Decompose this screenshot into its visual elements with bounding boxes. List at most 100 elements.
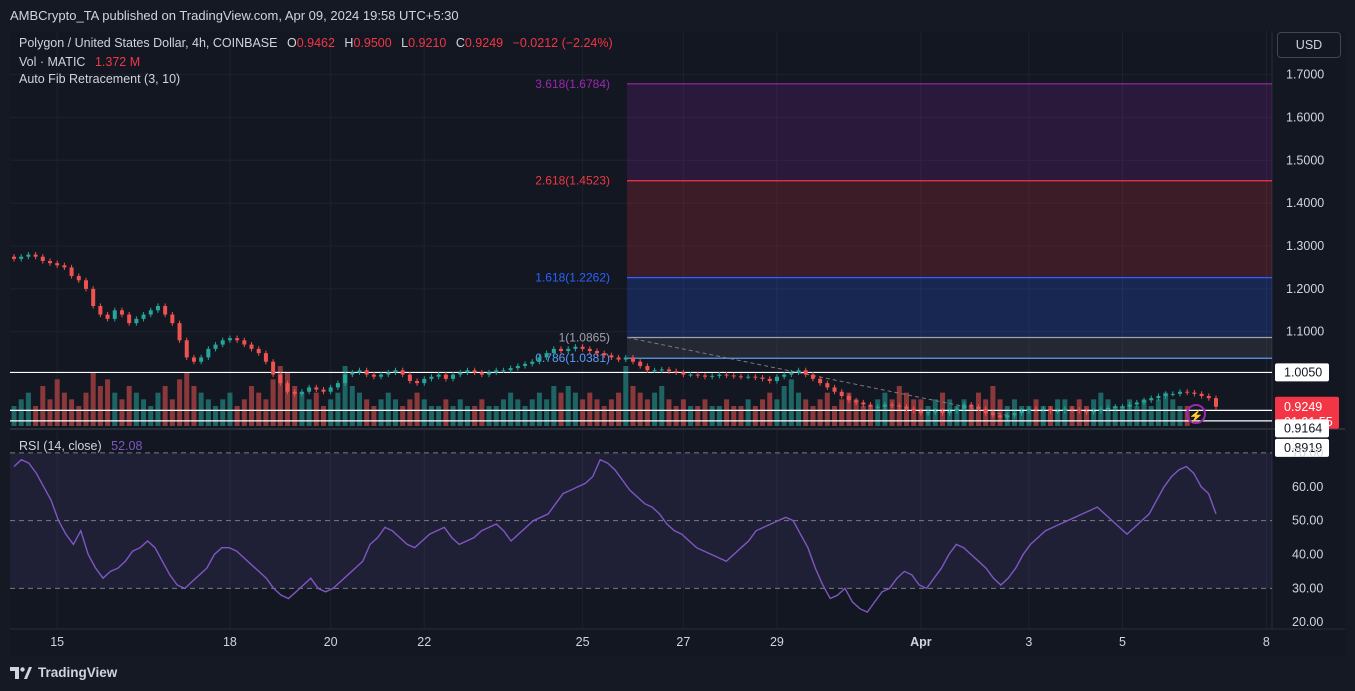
candle-body — [789, 372, 794, 375]
candle-body — [472, 370, 477, 373]
candle-body — [803, 370, 808, 375]
fib-level-label: 1(1.0865) — [559, 331, 610, 345]
rsi-tick-label: 70.00 — [1292, 446, 1323, 460]
currency-button[interactable]: USD — [1277, 32, 1341, 58]
candle-body — [1156, 396, 1161, 399]
candle-body — [40, 256, 45, 261]
volume-bar — [69, 399, 75, 426]
candle-body — [818, 378, 823, 384]
volume-bar — [249, 386, 255, 426]
volume-bar — [788, 379, 794, 426]
candle-body — [1034, 408, 1039, 410]
candle-body — [724, 374, 729, 376]
volume-bar — [594, 399, 600, 426]
volume-bar — [860, 406, 866, 426]
candle-body — [1055, 411, 1060, 412]
candle-body — [587, 348, 592, 351]
volume-bar — [803, 399, 809, 426]
volume-bar — [169, 399, 175, 426]
candle-body — [314, 387, 319, 390]
candle-body — [962, 404, 967, 409]
time-tick-label: 5 — [1119, 635, 1126, 649]
candle-body — [285, 383, 290, 392]
fib-level-label: 3.618(1.6784) — [535, 77, 610, 91]
candle-body — [695, 374, 700, 376]
candle-body — [1185, 391, 1190, 393]
volume-bar — [18, 399, 24, 426]
lightning-icon[interactable]: ⚡ — [1186, 404, 1206, 424]
candle-body — [861, 402, 866, 405]
volume-bar — [601, 406, 607, 426]
candle-body — [26, 254, 31, 257]
candle-body — [407, 374, 412, 381]
candle-body — [573, 346, 578, 349]
candle-body — [537, 357, 542, 362]
volume-bar — [421, 399, 427, 426]
candle-body — [1091, 411, 1096, 413]
candle-body — [998, 415, 1003, 418]
candle-body — [731, 375, 736, 377]
chart-frame[interactable]: 1.7000 1.6000 1.5000 1.4000 1.3000 1.2000 1.10… — [10, 31, 1345, 656]
candle-body — [12, 256, 16, 259]
rsi-value: 52.08 — [111, 439, 143, 453]
candle-body — [148, 310, 153, 315]
volume-bar — [407, 399, 413, 426]
volume-bar — [817, 399, 823, 426]
candle-body — [227, 338, 232, 341]
candle-body — [825, 383, 830, 388]
candle-body — [119, 310, 124, 315]
fib-zone — [627, 337, 1272, 359]
volume-bar — [680, 399, 686, 426]
fib-level-label: 2.618(1.4523) — [535, 174, 610, 188]
price-tick-label: 1.3000 — [1286, 239, 1324, 253]
candle-body — [177, 323, 182, 341]
volume-bar — [472, 406, 478, 426]
volume-bar — [623, 366, 629, 426]
candle-body — [1098, 408, 1103, 411]
volume-bar — [760, 399, 766, 426]
volume-bar — [608, 399, 614, 426]
volume-legend: Vol · MATIC 1.372 M — [19, 55, 140, 69]
candle-body — [76, 276, 81, 281]
candle-body — [911, 408, 916, 411]
volume-bar — [364, 399, 370, 426]
candle-body — [796, 370, 801, 373]
candle-body — [1041, 408, 1046, 410]
candle-body — [638, 361, 643, 366]
volume-bar — [177, 379, 183, 426]
candle-body — [19, 256, 24, 259]
volume-bar — [673, 406, 679, 426]
candle-body — [710, 375, 715, 377]
volume-bar — [141, 399, 147, 426]
candle-body — [1084, 411, 1089, 413]
price-tick-label: 1.4000 — [1286, 196, 1324, 210]
candle-body — [47, 261, 52, 264]
candle-body — [702, 375, 707, 377]
volume-bar — [191, 386, 197, 426]
symbol-name: Polygon / United States Dollar, 4h, COIN… — [19, 36, 278, 50]
price-chart[interactable]: 1.7000 1.6000 1.5000 1.4000 1.3000 1.2000 1.10… — [10, 31, 1345, 656]
volume-value: 1.372 M — [94, 55, 141, 69]
price-tick-label: 1.2000 — [1286, 282, 1324, 296]
ohlc-close-label: C — [455, 36, 465, 50]
price-level-label: 1.0050 — [1284, 365, 1322, 379]
volume-bar — [306, 399, 312, 426]
ohlc-change: −0.0212 (−2.24%) — [512, 36, 613, 50]
candle-body — [242, 340, 247, 345]
candle-body — [1106, 408, 1111, 409]
candle-body — [681, 372, 686, 375]
time-tick-label: 27 — [676, 635, 690, 649]
candle-body — [782, 374, 787, 377]
candle-body — [494, 370, 499, 373]
candle-body — [55, 263, 60, 266]
price-tick-label: 1.1000 — [1286, 325, 1324, 339]
volume-bar — [738, 406, 744, 426]
volume-bar — [580, 399, 586, 426]
volume-bar — [450, 406, 456, 426]
candle-body — [1113, 406, 1118, 408]
price-tick-label: 1.7000 — [1286, 68, 1324, 82]
symbol-legend: Polygon / United States Dollar, 4h, COIN… — [19, 36, 613, 50]
tradingview-brand[interactable]: TradingView — [10, 665, 117, 680]
volume-bar — [1148, 406, 1154, 426]
candle-body — [1170, 393, 1175, 395]
